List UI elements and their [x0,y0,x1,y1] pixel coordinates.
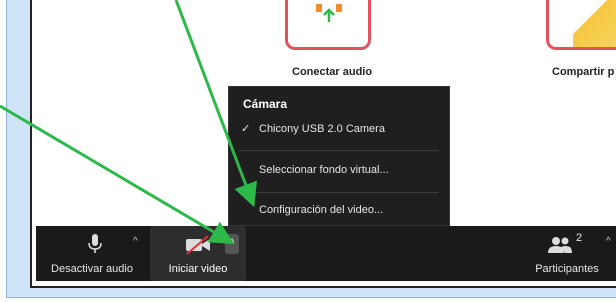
connect-audio-icon [316,4,342,22]
video-options-caret-icon[interactable]: ^ [225,234,239,254]
camera-menu: Cámara ✓ Chicony USB 2.0 Camera Seleccio… [228,86,450,226]
menu-divider [239,150,439,151]
connect-audio-label: Conectar audio [292,66,373,78]
share-screen-label: Compartir p [552,66,615,78]
audio-options-caret-icon[interactable]: ^ [133,236,138,247]
checkmark-icon: ✓ [241,123,251,135]
menu-item-virtual-background[interactable]: Seleccionar fondo virtual... [229,159,449,181]
camera-device-label: Chicony USB 2.0 Camera [259,123,385,135]
camera-menu-title: Cámara [243,97,288,111]
participants-label: Participantes [535,263,599,275]
video-camera-off-icon [186,235,210,255]
menu-item-video-settings[interactable]: Configuración del video... [229,199,449,221]
start-video-label: Iniciar video [168,263,228,275]
participants-button[interactable]: 2 ^ Participantes [518,226,616,281]
connect-audio-tile[interactable] [285,0,371,50]
share-screen-icon [573,0,616,47]
participants-icon [548,237,572,253]
microphone-icon [88,234,102,253]
meeting-toolbar: ^ Desactivar audio ^ Iniciar video 2 ^ P… [36,226,616,281]
menu-divider [239,192,439,193]
menu-item-camera-device[interactable]: ✓ Chicony USB 2.0 Camera [229,118,449,140]
virtual-background-label: Seleccionar fondo virtual... [259,164,389,176]
participants-count: 2 [576,232,583,244]
mute-audio-button[interactable]: ^ Desactivar audio [36,226,148,281]
video-settings-label: Configuración del video... [259,204,384,216]
start-video-button[interactable]: ^ Iniciar video [150,226,246,281]
participants-options-caret-icon[interactable]: ^ [606,236,611,247]
share-screen-tile[interactable] [546,0,616,50]
mute-audio-label: Desactivar audio [51,263,133,275]
